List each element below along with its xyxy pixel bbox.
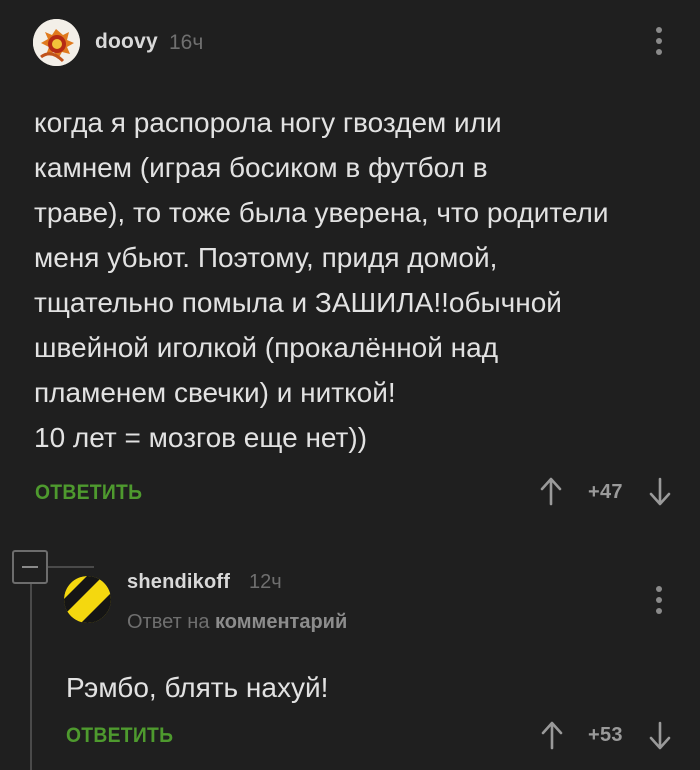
- more-vertical-icon[interactable]: [655, 586, 663, 614]
- comment-text: когда я распорола ногу гвоздем или камне…: [34, 107, 609, 453]
- reply-prefix: Ответ на: [127, 611, 210, 633]
- reply-target-link[interactable]: комментарий: [215, 611, 347, 633]
- score: +53: [588, 724, 623, 746]
- reply-to: Ответ на комментарий: [127, 611, 347, 634]
- comment: doovy 16ч когда я распорола ногу гвоздем…: [0, 0, 700, 520]
- arrow-up-icon[interactable]: [540, 720, 564, 750]
- timestamp: 16ч: [169, 31, 204, 54]
- more-vertical-icon[interactable]: [655, 27, 663, 55]
- username[interactable]: shendikoff: [127, 571, 230, 594]
- avatar-image: [64, 576, 111, 623]
- avatar-image: [33, 19, 80, 66]
- avatar[interactable]: [33, 19, 80, 66]
- arrow-up-icon[interactable]: [539, 476, 563, 506]
- reply-button[interactable]: ОТВЕТИТЬ: [66, 724, 173, 748]
- comment: shendikoff 12ч Ответ на комментарий Рэмб…: [0, 540, 700, 770]
- arrow-down-icon[interactable]: [648, 477, 672, 507]
- timestamp: 12ч: [249, 571, 282, 593]
- score: +47: [588, 481, 623, 503]
- arrow-down-icon[interactable]: [648, 721, 672, 751]
- comment-text: Рэмбо, блять нахуй!: [66, 672, 329, 703]
- reply-button[interactable]: ОТВЕТИТЬ: [35, 481, 142, 505]
- avatar[interactable]: [64, 576, 111, 623]
- username[interactable]: doovy: [95, 30, 158, 54]
